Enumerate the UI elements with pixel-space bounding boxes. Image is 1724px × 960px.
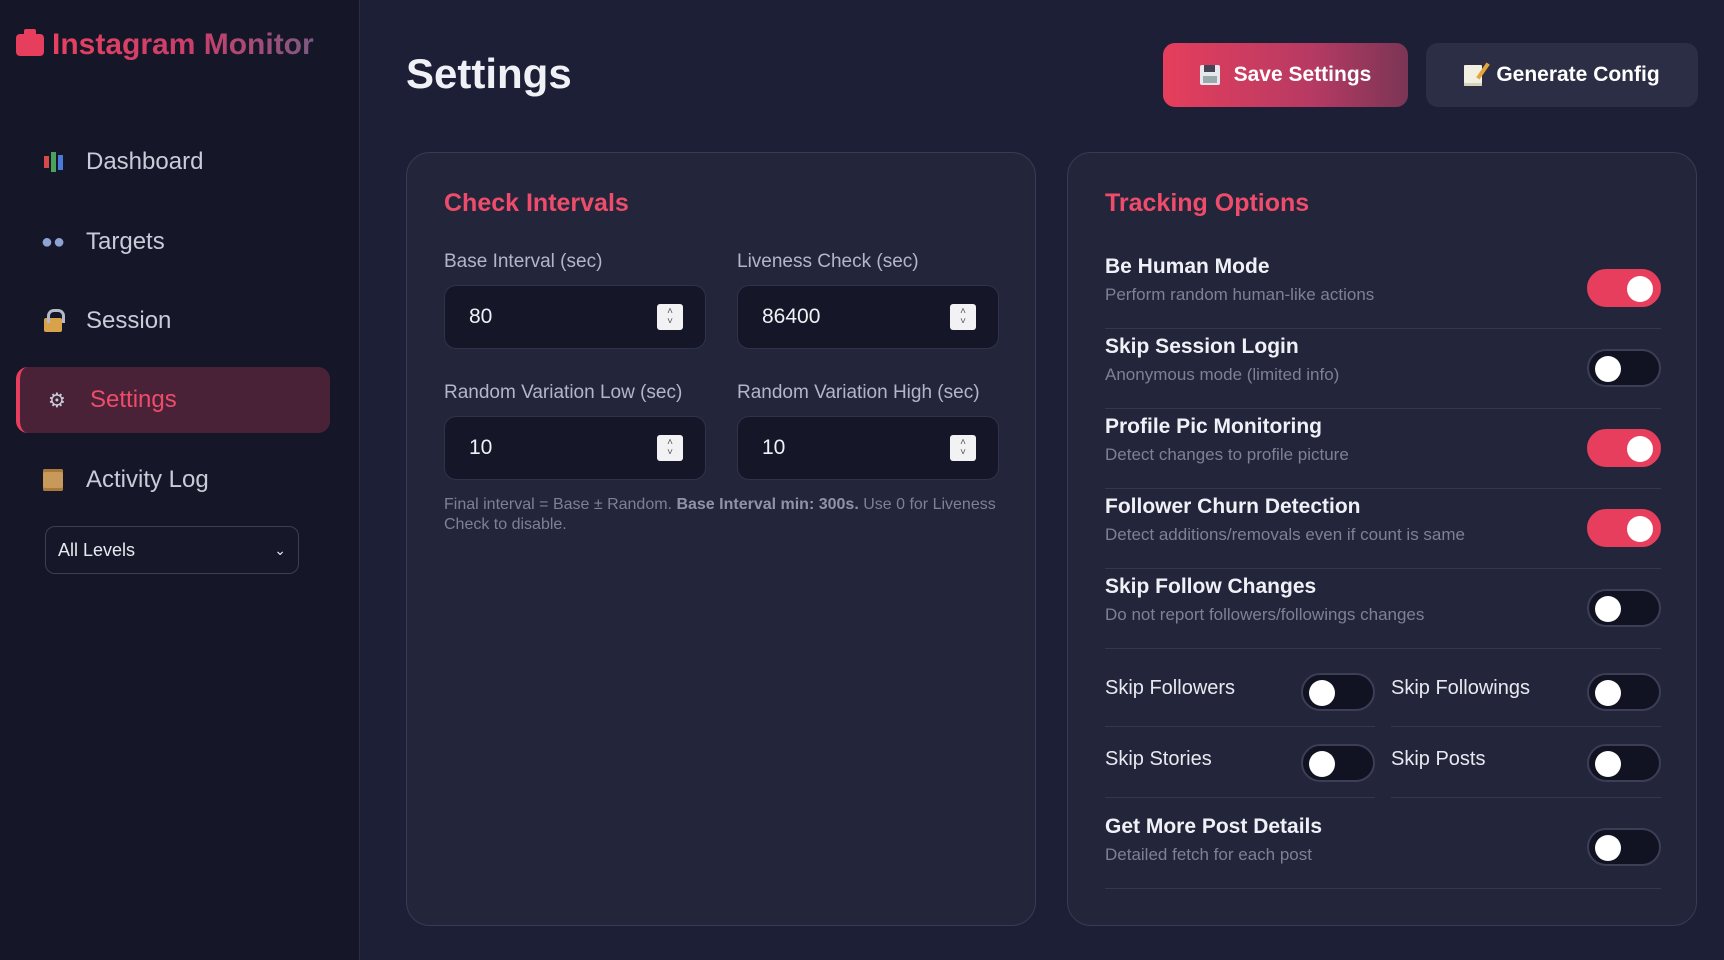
option-desc: Detect additions/removals even if count … [1105,525,1466,544]
sidebar-item-label: Activity Log [86,466,209,493]
option-skip-session-login: Skip Session Login Anonymous mode (limit… [1105,329,1661,409]
tracking-options-title: Tracking Options [1105,189,1310,217]
skip-stories-toggle[interactable] [1301,744,1375,782]
page-title: Settings [406,50,572,97]
option-desc: Detailed fetch for each post [1105,845,1312,864]
app-title: Instagram Monitor [52,28,314,61]
skip-followings-toggle[interactable] [1587,673,1661,711]
skip-session-login-toggle[interactable] [1587,349,1661,387]
base-interval-input[interactable]: 80 ˄ ˅ [444,285,706,349]
interval-hint: Final interval = Base ± Random. Base Int… [444,496,996,533]
log-level-select[interactable]: All Levels ⌄ [45,526,299,574]
option-title: Follower Churn Detection [1105,495,1361,518]
bar-chart-icon [40,149,66,175]
generate-config-label: Generate Config [1496,63,1660,86]
random-low-value: 10 [469,436,493,459]
floppy-disk-icon [1199,65,1220,85]
option-label: Skip Followings [1391,677,1530,699]
option-be-human-mode: Be Human Mode Perform random human-like … [1105,249,1661,329]
option-title: Be Human Mode [1105,255,1270,278]
option-label: Skip Posts [1391,748,1486,770]
skip-follow-changes-toggle[interactable] [1587,589,1661,627]
option-label: Skip Stories [1105,748,1212,770]
app-logo[interactable]: Instagram Monitor [16,28,314,62]
generate-config-button[interactable]: Generate Config [1426,43,1698,107]
option-follower-churn-detection: Follower Churn Detection Detect addition… [1105,489,1661,569]
get-more-post-details-toggle[interactable] [1587,828,1661,866]
option-skip-stories: Skip Stories [1105,728,1375,798]
sidebar-item-activity-log[interactable]: Activity Log [16,447,330,513]
sidebar-item-label: Targets [86,228,165,255]
save-settings-button[interactable]: Save Settings [1163,43,1408,107]
sidebar-item-label: Session [86,307,172,334]
sidebar-item-label: Dashboard [86,148,204,175]
save-settings-label: Save Settings [1233,63,1372,86]
sidebar-item-dashboard[interactable]: Dashboard [16,129,330,195]
option-desc: Anonymous mode (limited info) [1105,365,1340,384]
base-interval-label: Base Interval (sec) [444,251,603,272]
stepper-icon[interactable]: ˄ ˅ [950,304,976,330]
option-skip-posts: Skip Posts [1391,728,1661,798]
option-skip-followings: Skip Followings [1391,657,1661,727]
scroll-icon [40,467,66,493]
tracking-options-card: Tracking Options Be Human Mode Perform r… [1067,152,1697,926]
random-high-value: 10 [762,436,786,459]
gear-icon: ⚙ [48,389,66,412]
option-desc: Perform random human-like actions [1105,285,1375,304]
liveness-check-label: Liveness Check (sec) [737,251,919,272]
random-high-input[interactable]: 10 ˄ ˅ [737,416,999,480]
stepper-icon[interactable]: ˄ ˅ [657,435,683,461]
memo-icon [1464,64,1483,86]
option-title: Get More Post Details [1105,815,1323,838]
people-icon: ●● [40,230,66,253]
sidebar: Instagram Monitor Dashboard ●● Targets S… [0,0,360,960]
sidebar-item-label: Settings [90,386,177,413]
option-title: Skip Session Login [1105,335,1299,358]
camera-icon [16,29,44,56]
option-get-more-post-details: Get More Post Details Detailed fetch for… [1105,807,1661,889]
option-title: Skip Follow Changes [1105,575,1317,598]
option-title: Profile Pic Monitoring [1105,415,1323,438]
check-intervals-title: Check Intervals [444,189,629,217]
liveness-check-value: 86400 [762,305,821,328]
sidebar-item-session[interactable]: Session [16,288,330,354]
skip-posts-toggle[interactable] [1587,744,1661,782]
stepper-icon[interactable]: ˄ ˅ [950,435,976,461]
option-skip-follow-changes: Skip Follow Changes Do not report follow… [1105,569,1661,649]
random-low-label: Random Variation Low (sec) [444,382,683,403]
follower-churn-detection-toggle[interactable] [1587,509,1661,547]
profile-pic-monitoring-toggle[interactable] [1587,429,1661,467]
log-level-value: All Levels [58,539,136,560]
random-low-input[interactable]: 10 ˄ ˅ [444,416,706,480]
sidebar-item-settings[interactable]: ⚙ Settings [16,367,330,433]
check-intervals-card: Check Intervals Base Interval (sec) 80 ˄… [406,152,1036,926]
option-label: Skip Followers [1105,677,1236,699]
be-human-mode-toggle[interactable] [1587,269,1661,307]
skip-followers-toggle[interactable] [1301,673,1375,711]
base-interval-value: 80 [469,305,493,328]
lock-icon [40,308,66,334]
option-desc: Do not report followers/followings chang… [1105,605,1425,624]
stepper-icon[interactable]: ˄ ˅ [657,304,683,330]
random-high-label: Random Variation High (sec) [737,382,980,403]
chevron-down-icon: ⌄ [274,541,286,558]
liveness-check-input[interactable]: 86400 ˄ ˅ [737,285,999,349]
option-desc: Detect changes to profile picture [1105,445,1349,464]
sidebar-item-targets[interactable]: ●● Targets [16,209,330,275]
option-profile-pic-monitoring: Profile Pic Monitoring Detect changes to… [1105,409,1661,489]
option-skip-followers: Skip Followers [1105,657,1375,727]
